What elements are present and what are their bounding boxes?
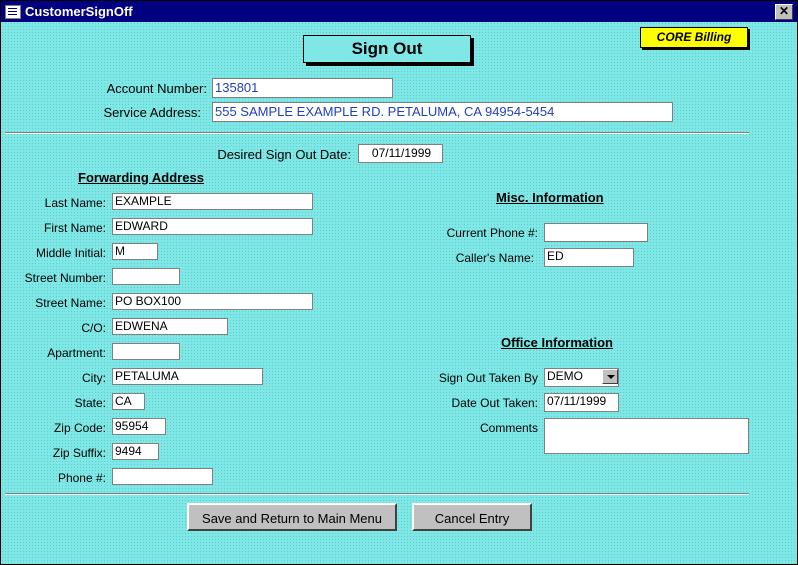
apartment-field[interactable]	[112, 343, 180, 360]
phone-field[interactable]	[112, 468, 213, 485]
state-label: State:	[74, 396, 106, 410]
city-field[interactable]: PETALUMA	[112, 368, 263, 385]
middle-initial-field[interactable]: M	[112, 243, 158, 260]
first-name-label: First Name:	[43, 221, 106, 235]
apartment-label: Apartment:	[47, 346, 106, 360]
title-bar[interactable]: CustomerSignOff ✕	[1, 1, 797, 22]
state-field[interactable]: CA	[112, 393, 145, 410]
divider-top	[5, 132, 749, 134]
phone-label: Phone #:	[57, 471, 106, 485]
co-label: C/O:	[81, 321, 106, 335]
current-phone-label: Current Phone #:	[446, 226, 538, 240]
service-address-label: Service Address:	[103, 105, 201, 120]
middle-initial-label: Middle Initial:	[35, 246, 106, 260]
core-billing-badge: CORE Billing	[640, 27, 748, 48]
zip-suffix-label: Zip Suffix:	[52, 446, 106, 460]
save-and-return-button[interactable]: Save and Return to Main Menu	[187, 503, 397, 531]
service-address-field[interactable]: 555 SAMPLE EXAMPLE RD. PETALUMA, CA 9495…	[212, 102, 673, 122]
taken-by-label: Sign Out Taken By	[438, 371, 538, 385]
zip-suffix-field[interactable]: 9494	[112, 443, 159, 460]
taken-by-value: DEMO	[547, 369, 583, 383]
account-number-field[interactable]: 135801	[212, 78, 393, 98]
account-number-label: Account Number:	[106, 81, 207, 96]
cancel-entry-button[interactable]: Cancel Entry	[412, 503, 532, 531]
first-name-field[interactable]: EDWARD	[112, 218, 313, 235]
zip-code-field[interactable]: 95954	[112, 418, 166, 435]
sign-out-date-field[interactable]: 07/11/1999	[358, 144, 443, 163]
taken-by-combo[interactable]: DEMO	[544, 368, 619, 387]
zip-code-label: Zip Code:	[53, 421, 106, 435]
date-out-field[interactable]: 07/11/1999	[544, 393, 619, 412]
callers-name-field[interactable]: ED	[544, 248, 634, 267]
misc-information-heading: Misc. Information	[496, 190, 604, 205]
street-name-label: Street Name:	[35, 296, 106, 310]
form-icon	[5, 5, 21, 19]
street-number-label: Street Number:	[24, 271, 106, 285]
street-number-field[interactable]	[112, 268, 180, 285]
last-name-field[interactable]: EXAMPLE	[112, 193, 313, 210]
divider-bottom	[5, 493, 749, 495]
comments-label: Comments	[479, 421, 538, 435]
forwarding-address-heading: Forwarding Address	[78, 170, 204, 185]
close-button[interactable]: ✕	[775, 4, 793, 20]
office-information-heading: Office Information	[501, 335, 613, 350]
city-label: City:	[82, 371, 106, 385]
street-name-field[interactable]: PO BOX100	[112, 293, 313, 310]
sign-out-date-label: Desired Sign Out Date:	[217, 147, 351, 162]
last-name-label: Last Name:	[44, 196, 106, 210]
comments-field[interactable]	[544, 418, 749, 454]
callers-name-label: Caller's Name:	[455, 251, 534, 265]
dropdown-arrow-icon[interactable]	[602, 369, 618, 384]
current-phone-field[interactable]	[544, 223, 648, 242]
page-title: Sign Out	[303, 35, 471, 63]
window-title: CustomerSignOff	[25, 4, 133, 19]
co-field[interactable]: EDWENA	[112, 318, 228, 335]
date-out-label: Date Out Taken:	[451, 396, 539, 410]
customer-signoff-window: CustomerSignOff ✕ Sign Out CORE Billing …	[0, 0, 798, 565]
